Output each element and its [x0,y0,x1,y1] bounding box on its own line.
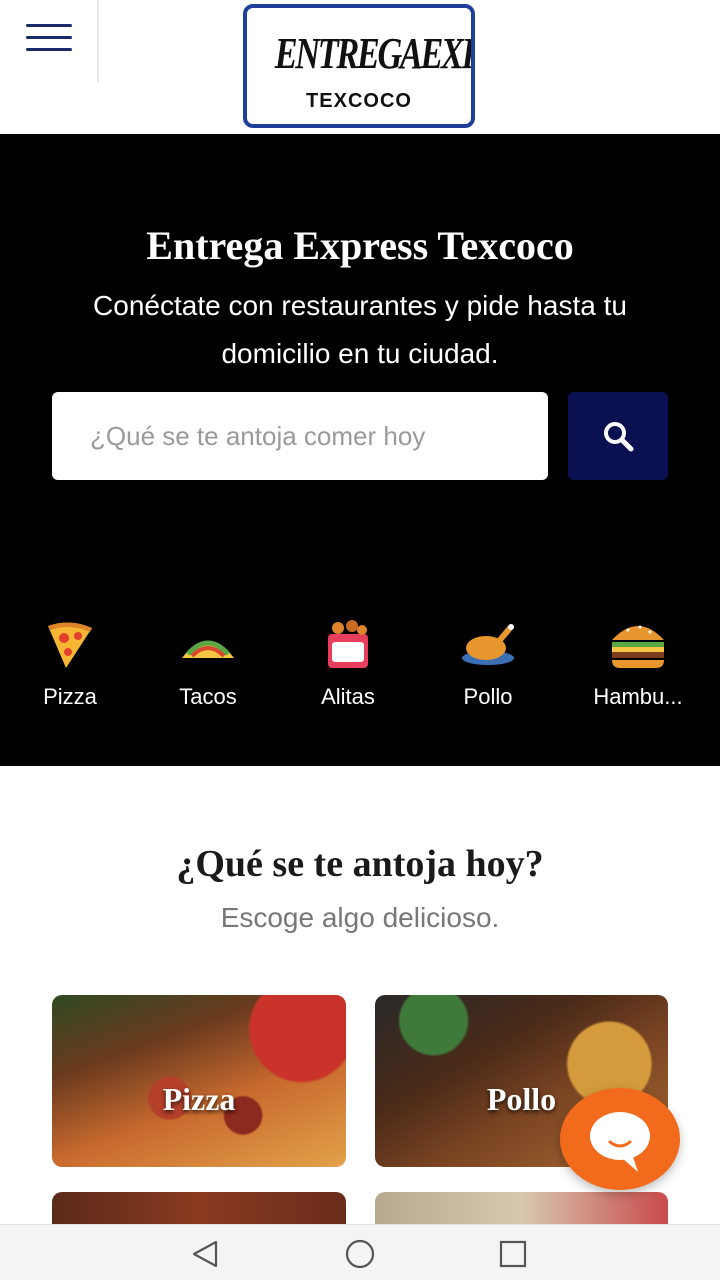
home-circle-icon[interactable] [345,1239,375,1269]
hero-subtitle: Conéctate con restaurantes y pide hasta … [93,290,627,369]
category-tacos[interactable]: Tacos [138,612,278,722]
food-card-3[interactable] [52,1192,346,1224]
search-input[interactable] [52,392,548,480]
roast-chicken-icon [462,624,514,665]
logo-wordmark: ENTREGAEXPRESS [274,18,471,90]
hero-section: Entrega Express Texcoco Conéctate con re… [0,134,720,766]
system-navigation-bar [0,1224,720,1280]
brand-logo[interactable]: ENTREGAEXPRESS TEXCOCO [243,4,475,128]
category-hamburguesa[interactable]: Hambu... [568,612,708,722]
search-icon [604,422,634,452]
food-card-pizza[interactable]: Pizza [52,995,346,1167]
burger-icon [612,625,664,668]
card-label: Pizza [162,1081,236,1117]
top-header: ENTREGAEXPRESS TEXCOCO [0,0,720,134]
header-divider [97,0,99,82]
back-triangle-icon[interactable] [190,1239,220,1269]
hamburger-menu-icon[interactable] [26,24,72,58]
taco-icon [182,640,234,658]
category-label: Hambu... [593,684,683,709]
category-label: Pollo [463,684,513,709]
category-label: Alitas [321,684,375,709]
category-pizza[interactable]: Pizza [0,612,140,722]
food-card-4[interactable] [375,1192,668,1224]
section-title: ¿Qué se te antoja hoy? [176,843,544,885]
category-strip: Pizza Tacos Alitas Pollo Hambu... [0,612,720,722]
chat-bubble-icon [590,1112,650,1172]
pizza-icon [48,622,92,668]
wings-icon [328,620,368,668]
search-button[interactable] [568,392,668,480]
recents-square-icon[interactable] [498,1239,528,1269]
hero-title: Entrega Express Texcoco [146,223,574,268]
category-alitas[interactable]: Alitas [278,612,418,722]
category-label: Pizza [43,684,97,709]
category-pollo[interactable]: Pollo [418,612,558,722]
logo-city: TEXCOCO [306,90,412,112]
chat-button[interactable] [560,1088,680,1190]
category-label: Tacos [179,684,237,709]
section-subtitle: Escoge algo delicioso. [220,902,500,933]
